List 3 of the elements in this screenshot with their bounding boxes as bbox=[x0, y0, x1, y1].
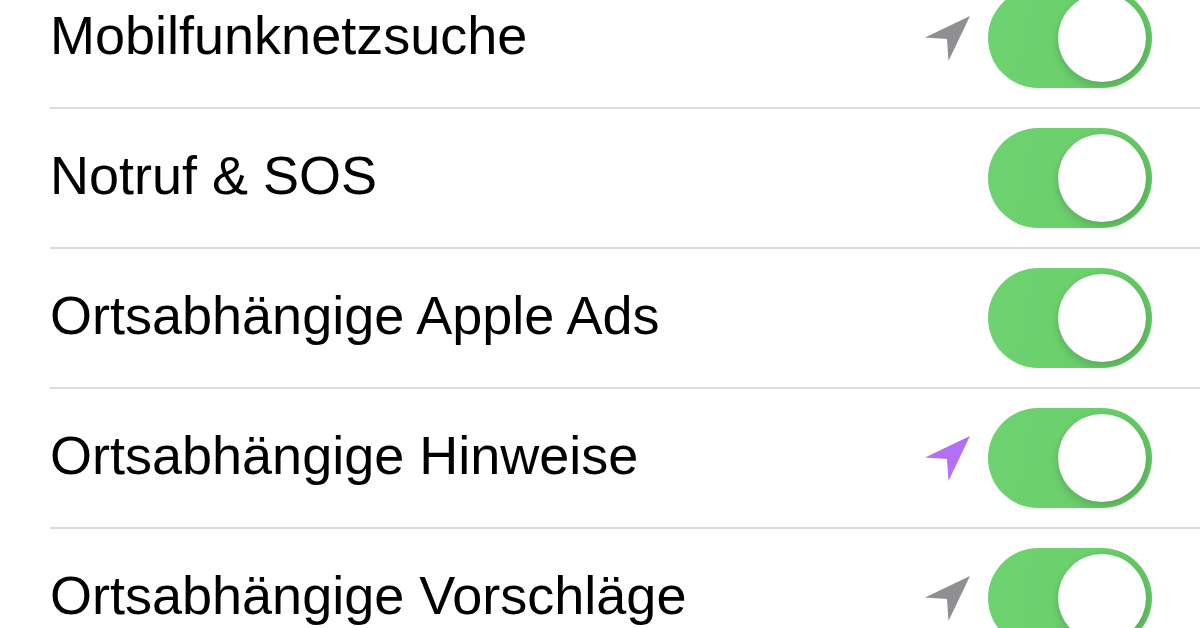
toggle-switch[interactable] bbox=[988, 548, 1152, 628]
setting-label: Notruf & SOS bbox=[50, 151, 378, 201]
setting-label: Mobilfunknetzsuche bbox=[50, 11, 528, 61]
